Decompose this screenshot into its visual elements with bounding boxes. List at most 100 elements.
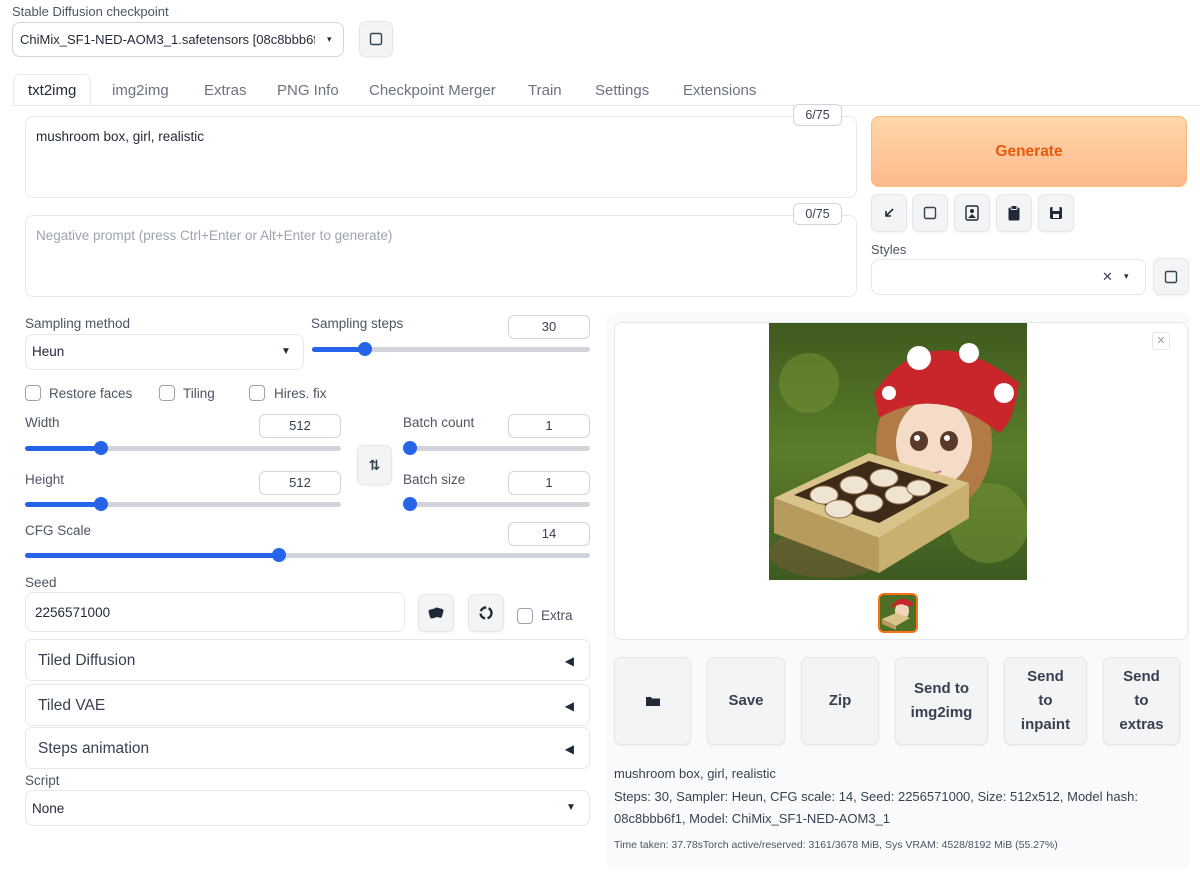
width-input[interactable]: 512 bbox=[259, 414, 341, 438]
tab-checkpoint-merger[interactable]: Checkpoint Merger bbox=[369, 76, 496, 106]
refresh-styles-button[interactable] bbox=[1153, 258, 1189, 295]
info-params-line-1: Steps: 30, Sampler: Heun, CFG scale: 14,… bbox=[614, 789, 1138, 804]
button-label-line: extras bbox=[1119, 716, 1164, 733]
sampling-steps-input[interactable]: 30 bbox=[508, 315, 590, 339]
checkpoint-select[interactable]: ChiMix_SF1-NED-AOM3_1.safetensors [08c8b… bbox=[12, 22, 344, 57]
random-seed-button[interactable] bbox=[418, 594, 454, 632]
save-label: Save bbox=[728, 692, 764, 709]
tab-extras[interactable]: Extras bbox=[204, 76, 247, 106]
batch-size-input[interactable]: 1 bbox=[508, 471, 590, 495]
send-to-inpaint-button[interactable]: Send to inpaint bbox=[1004, 657, 1087, 745]
height-slider[interactable] bbox=[25, 497, 341, 511]
slider-handle[interactable] bbox=[357, 342, 372, 356]
tab-extensions[interactable]: Extensions bbox=[683, 76, 756, 106]
prompt-text: mushroom box, girl, realistic bbox=[36, 129, 205, 144]
seed-input[interactable]: 2256571000 bbox=[25, 592, 405, 632]
negative-prompt-placeholder: Negative prompt (press Ctrl+Enter or Alt… bbox=[36, 228, 393, 243]
chevron-down-icon: ▼ bbox=[281, 346, 291, 357]
tiling-checkbox[interactable] bbox=[159, 385, 175, 401]
tab-img2img[interactable]: img2img bbox=[112, 76, 169, 106]
batch-size-slider[interactable] bbox=[403, 497, 590, 511]
sampling-method-select[interactable]: Heun ▼ bbox=[25, 334, 304, 370]
sampling-method-value: Heun bbox=[32, 344, 65, 359]
slider-fill bbox=[312, 347, 365, 352]
extra-networks-button[interactable] bbox=[954, 194, 990, 232]
negative-prompt-textarea[interactable]: Negative prompt (press Ctrl+Enter or Alt… bbox=[25, 215, 857, 297]
accordion-tiled-vae[interactable]: Tiled VAE ◀ bbox=[25, 684, 590, 726]
triangle-left-icon: ◀ bbox=[564, 742, 574, 756]
paste-style-button[interactable] bbox=[996, 194, 1032, 232]
batch-count-slider[interactable] bbox=[403, 441, 590, 455]
generate-button[interactable]: Generate bbox=[871, 116, 1187, 187]
triangle-left-icon: ◀ bbox=[564, 654, 574, 668]
send-to-img2img-button[interactable]: Send to img2img bbox=[895, 657, 988, 745]
slider-fill bbox=[25, 446, 101, 451]
button-label-line: img2img bbox=[910, 704, 973, 721]
sampling-steps-label: Sampling steps bbox=[311, 316, 404, 331]
tab-train[interactable]: Train bbox=[528, 76, 562, 106]
generated-image[interactable] bbox=[769, 323, 1027, 580]
sampling-steps-slider[interactable] bbox=[312, 342, 590, 356]
chevron-down-icon: ▼ bbox=[566, 802, 576, 813]
checkpoint-label: Stable Diffusion checkpoint bbox=[12, 4, 169, 19]
tab-settings[interactable]: Settings bbox=[595, 76, 649, 106]
open-folder-button[interactable] bbox=[614, 657, 691, 745]
accordion-steps-animation[interactable]: Steps animation ◀ bbox=[25, 727, 590, 769]
close-icon: ✕ bbox=[1156, 335, 1166, 347]
cfg-scale-slider[interactable] bbox=[25, 548, 590, 562]
sampling-method-label: Sampling method bbox=[25, 316, 131, 331]
zip-label: Zip bbox=[828, 692, 852, 709]
checkpoint-value: ChiMix_SF1-NED-AOM3_1.safetensors [08c8b… bbox=[20, 32, 315, 47]
height-input[interactable]: 512 bbox=[259, 471, 341, 495]
width-slider[interactable] bbox=[25, 441, 341, 455]
chevron-down-icon: ▾ bbox=[1124, 271, 1129, 281]
send-to-extras-button[interactable]: Send to extras bbox=[1103, 657, 1180, 745]
slider-handle[interactable] bbox=[272, 548, 287, 562]
clear-prompt-button[interactable] bbox=[912, 194, 948, 232]
tab-txt2img[interactable]: txt2img bbox=[13, 74, 92, 105]
swap-dimensions-button[interactable]: ⇅ bbox=[357, 445, 392, 485]
recycle-icon bbox=[479, 606, 493, 620]
square-icon bbox=[1164, 270, 1178, 283]
script-select[interactable]: None ▼ bbox=[25, 790, 590, 826]
read-params-button[interactable] bbox=[871, 194, 907, 232]
hires-fix-checkbox[interactable] bbox=[249, 385, 265, 401]
extra-seed-checkbox[interactable] bbox=[517, 608, 533, 624]
floppy-disk-icon bbox=[1050, 207, 1062, 219]
gallery-thumbnail[interactable] bbox=[878, 593, 918, 633]
thumbnail-art bbox=[880, 595, 916, 631]
extra-seed-label: Extra bbox=[541, 608, 573, 623]
restore-faces-checkbox[interactable] bbox=[25, 385, 41, 401]
batch-count-input[interactable]: 1 bbox=[508, 414, 590, 438]
square-icon bbox=[369, 32, 383, 46]
button-label-line: Send to bbox=[914, 680, 969, 697]
close-image-button[interactable]: ✕ bbox=[1152, 332, 1170, 350]
accordion-title: Steps animation bbox=[38, 740, 150, 757]
script-value: None bbox=[32, 801, 65, 816]
tab-png-info[interactable]: PNG Info bbox=[277, 76, 339, 106]
info-time-taken: Time taken: 37.78sTorch active/reserved:… bbox=[614, 839, 1058, 851]
cfg-scale-input[interactable]: 14 bbox=[508, 522, 590, 546]
save-style-button[interactable] bbox=[1038, 194, 1074, 232]
slider-fill bbox=[25, 553, 280, 558]
script-label: Script bbox=[25, 773, 60, 788]
zip-button[interactable]: Zip bbox=[801, 657, 879, 745]
slider-handle[interactable] bbox=[403, 497, 417, 511]
info-prompt: mushroom box, girl, realistic bbox=[614, 766, 776, 781]
hires-fix-label: Hires. fix bbox=[274, 386, 327, 401]
slider-handle[interactable] bbox=[403, 441, 417, 455]
prompt-textarea[interactable]: mushroom box, girl, realistic bbox=[25, 116, 857, 198]
swap-arrows-icon: ⇅ bbox=[368, 456, 381, 473]
button-label-line: to bbox=[1134, 692, 1149, 709]
refresh-checkpoint-button[interactable] bbox=[359, 21, 393, 57]
reuse-seed-button[interactable] bbox=[468, 594, 504, 632]
accordion-tiled-diffusion[interactable]: Tiled Diffusion ◀ bbox=[25, 639, 590, 681]
save-button[interactable]: Save bbox=[707, 657, 785, 745]
clear-icon[interactable]: ✕ bbox=[1102, 269, 1113, 285]
slider-handle[interactable] bbox=[93, 441, 108, 455]
batch-size-label: Batch size bbox=[403, 472, 466, 487]
slider-handle[interactable] bbox=[93, 497, 108, 511]
seed-value: 2256571000 bbox=[35, 605, 111, 620]
arrow-down-left-icon bbox=[885, 208, 894, 217]
styles-select[interactable]: ✕ ▾ bbox=[871, 259, 1146, 295]
